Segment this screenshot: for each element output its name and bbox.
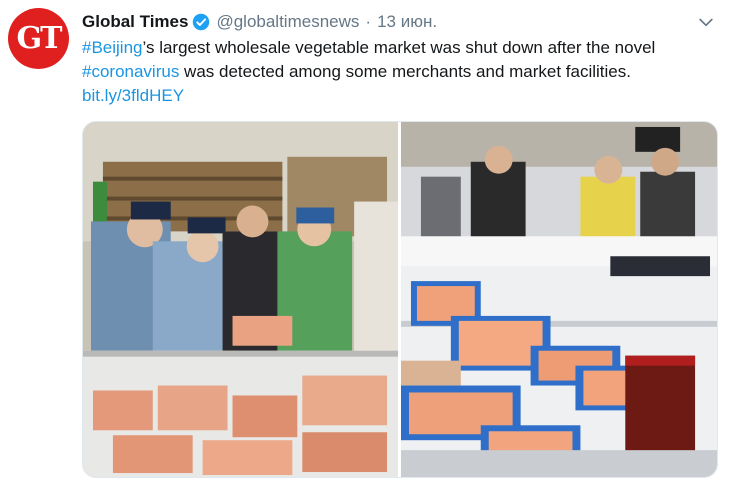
photo-salmon-display[interactable]: [401, 122, 717, 477]
tweet-text-segment: was detected among some merchants and ma…: [179, 62, 631, 81]
hashtag-beijing[interactable]: #Beijing: [82, 38, 143, 57]
tweet-link[interactable]: bit.ly/3fldHEY: [82, 86, 184, 105]
tweet-text-line-1: #Beijing’s largest wholesale vegetable m…: [82, 36, 722, 60]
tweet-text-line-3: bit.ly/3fldHEY: [82, 84, 722, 108]
tweet-text-segment: ’s largest wholesale vegetable market wa…: [142, 38, 656, 57]
photo-salmon-image: [401, 122, 717, 477]
hashtag-coronavirus[interactable]: #coronavirus: [82, 62, 179, 81]
tweet-text: #Beijing’s largest wholesale vegetable m…: [82, 36, 722, 108]
user-handle[interactable]: @globaltimesnews: [216, 12, 359, 32]
avatar-logo-text: GT: [16, 21, 63, 56]
verified-badge-icon: [193, 13, 210, 31]
chevron-down-icon[interactable]: [696, 12, 716, 32]
avatar[interactable]: GT: [8, 8, 69, 69]
display-name[interactable]: Global Times: [82, 12, 188, 32]
separator-dot: ·: [365, 12, 372, 31]
tweet-header: Global Times @globaltimesnews · 13 июн.: [82, 10, 722, 34]
photo-inspectors-image: [83, 122, 398, 477]
timestamp[interactable]: 13 июн.: [377, 12, 437, 32]
photo-inspectors-at-counter[interactable]: [83, 122, 398, 477]
tweet-text-line-2: #coronavirus was detected among some mer…: [82, 60, 722, 84]
tweet-media: [82, 121, 718, 478]
